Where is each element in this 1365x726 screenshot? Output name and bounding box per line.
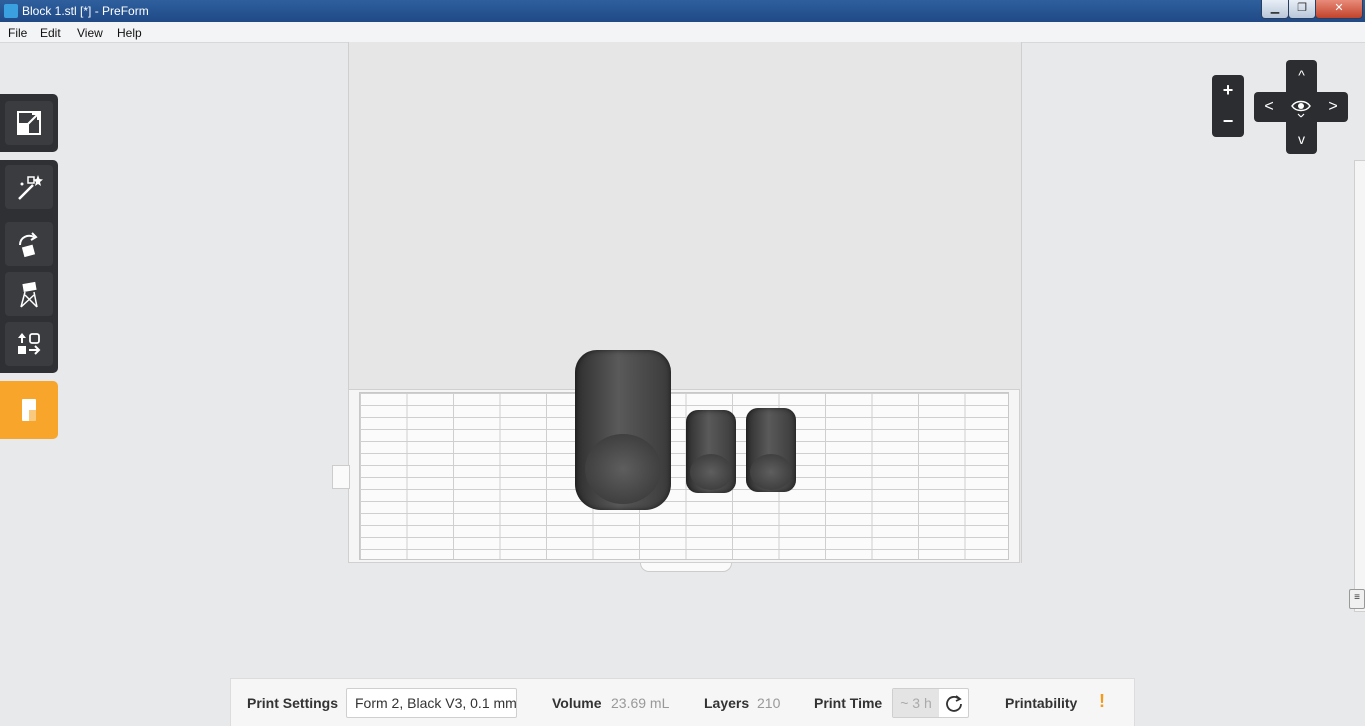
menu-help[interactable]: Help xyxy=(117,26,142,40)
magic-wand-icon xyxy=(18,175,43,200)
toolbar-group-tools xyxy=(0,160,58,373)
model-face xyxy=(585,434,661,504)
scale-view-icon xyxy=(17,111,41,135)
printability-warning-icon[interactable]: ! xyxy=(1099,691,1105,712)
rotate-up-button[interactable]: ^ xyxy=(1288,64,1315,86)
zoom-out-button[interactable]: − xyxy=(1223,106,1234,137)
model-large-block[interactable] xyxy=(575,350,671,510)
auto-setup-button[interactable] xyxy=(5,165,53,209)
model-small-block[interactable] xyxy=(746,408,796,492)
status-bar: Print Settings Form 2, Black V3, 0.1 mm … xyxy=(230,678,1135,726)
menu-bar: File Edit View Help xyxy=(0,22,1365,43)
layers-value: 210 xyxy=(757,695,781,711)
platform-side-tab xyxy=(332,465,350,489)
print-icon xyxy=(22,399,36,421)
menu-file[interactable]: File xyxy=(8,26,27,40)
refresh-button[interactable] xyxy=(939,689,968,717)
close-button[interactable]: ✕ xyxy=(1315,0,1363,19)
print-button[interactable] xyxy=(0,381,58,439)
model-face xyxy=(750,454,792,490)
layout-icon xyxy=(18,333,41,355)
eye-icon[interactable] xyxy=(1289,95,1313,119)
printability-label: Printability xyxy=(1005,695,1078,711)
platform-front-tab xyxy=(640,563,732,572)
scale-view-button[interactable] xyxy=(5,101,53,145)
right-panel-edge xyxy=(1354,160,1365,612)
maximize-button[interactable]: ❐ xyxy=(1288,0,1316,19)
rotate-left-button[interactable]: < xyxy=(1257,95,1281,119)
orientation-button[interactable] xyxy=(5,222,53,266)
build-grid xyxy=(359,392,1009,560)
model-small-block[interactable] xyxy=(686,410,736,493)
window-title: Block 1.stl [*] - PreForm xyxy=(22,4,149,18)
layers-label: Layers xyxy=(704,695,750,711)
print-settings-field[interactable]: Form 2, Black V3, 0.1 mm xyxy=(346,688,517,718)
rotate-down-button[interactable]: v xyxy=(1288,128,1315,150)
supports-icon xyxy=(20,281,38,308)
layout-button[interactable] xyxy=(5,322,53,366)
refresh-icon xyxy=(945,695,962,712)
menu-view[interactable]: View xyxy=(77,26,103,40)
orientation-icon xyxy=(19,232,38,258)
rotate-right-button[interactable]: > xyxy=(1321,95,1345,119)
print-time-value: ~ 3 h xyxy=(893,689,939,717)
panel-toggle-icon[interactable]: ≡ xyxy=(1349,589,1365,609)
volume-value: 23.69 mL xyxy=(611,695,670,711)
print-time-label: Print Time xyxy=(814,695,883,711)
toolbar-group-view xyxy=(0,94,58,152)
minimize-button[interactable]: ▁ xyxy=(1261,0,1289,19)
menu-edit[interactable]: Edit xyxy=(40,26,61,40)
print-settings-label: Print Settings xyxy=(247,695,339,711)
supports-button[interactable] xyxy=(5,272,53,316)
model-face xyxy=(690,454,732,490)
app-icon xyxy=(4,4,18,18)
title-bar: Block 1.stl [*] - PreForm ▁ ❐ ✕ xyxy=(0,0,1365,22)
zoom-in-button[interactable]: + xyxy=(1223,75,1234,106)
print-time-field: ~ 3 h xyxy=(892,688,969,718)
zoom-control: + − xyxy=(1212,75,1244,137)
volume-label: Volume xyxy=(552,695,602,711)
